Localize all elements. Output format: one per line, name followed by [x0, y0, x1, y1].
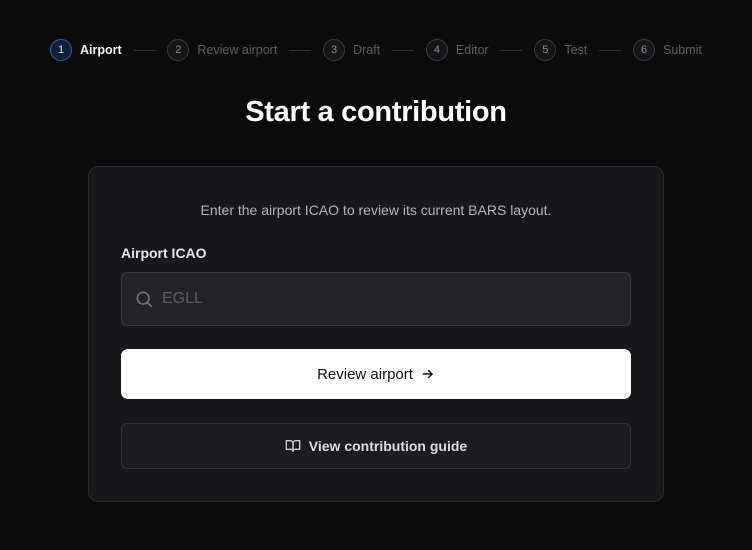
progress-stepper: 1 Airport 2 Review airport 3 Draft 4 Edi… [50, 38, 702, 62]
step-separator [500, 49, 523, 51]
review-airport-label: Review airport [317, 365, 413, 383]
book-open-icon [285, 438, 301, 454]
step-airport[interactable]: 1 Airport [50, 39, 122, 61]
step-number: 6 [633, 39, 655, 61]
step-number: 4 [425, 39, 448, 61]
contribution-guide-button[interactable]: View contribution guide [121, 423, 631, 469]
search-icon [122, 289, 154, 309]
step-review-airport[interactable]: 2 Review airport [167, 39, 277, 61]
icao-input[interactable] [162, 273, 630, 325]
step-number: 3 [323, 39, 346, 61]
step-submit[interactable]: 6 Submit [633, 39, 702, 61]
step-label: Review airport [197, 43, 278, 57]
icao-input-wrapper [121, 272, 631, 326]
step-label: Submit [663, 43, 702, 57]
arrow-right-icon [421, 367, 435, 381]
step-label: Airport [80, 43, 122, 57]
step-separator [599, 49, 622, 51]
step-number: 2 [167, 39, 190, 61]
step-label: Draft [353, 43, 381, 57]
step-editor[interactable]: 4 Editor [425, 39, 489, 61]
page: 1 Airport 2 Review airport 3 Draft 4 Edi… [0, 0, 752, 550]
icao-label: Airport ICAO [121, 245, 207, 261]
contribution-guide-label: View contribution guide [308, 438, 468, 454]
contribution-card: Enter the airport ICAO to review its cur… [88, 166, 664, 502]
review-airport-button[interactable]: Review airport [121, 349, 631, 399]
intro-text: Enter the airport ICAO to review its cur… [200, 202, 552, 218]
step-number: 1 [50, 39, 72, 61]
page-title: Start a contribution [245, 96, 507, 128]
step-separator [133, 49, 156, 51]
step-label: Test [564, 43, 588, 57]
step-separator [289, 49, 312, 51]
step-draft[interactable]: 3 Draft [323, 39, 380, 61]
step-separator [392, 49, 415, 51]
step-number: 5 [534, 39, 557, 61]
step-test[interactable]: 5 Test [534, 39, 587, 61]
step-label: Editor [455, 43, 489, 57]
